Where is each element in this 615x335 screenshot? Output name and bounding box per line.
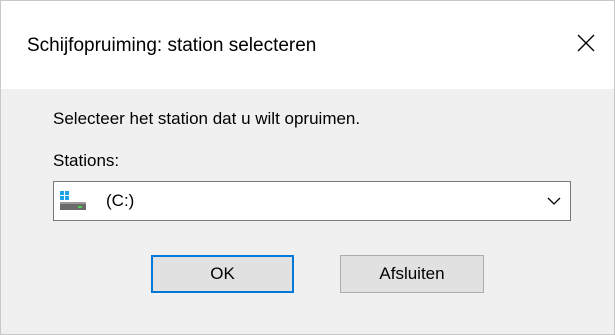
dialog-content: Selecteer het station dat u wilt opruime… — [1, 89, 614, 334]
drives-label: Stations: — [53, 151, 120, 170]
title-bar: Schijfopruiming: station selecteren — [1, 1, 614, 89]
exit-button[interactable]: Afsluiten — [340, 255, 484, 293]
drive-select[interactable]: (C:) — [53, 181, 571, 221]
close-icon — [577, 34, 595, 52]
ok-button[interactable]: OK — [151, 255, 294, 293]
selected-drive: (C:) — [106, 191, 135, 210]
drive-windows-icon — [60, 191, 86, 210]
instruction-text: Selecteer het station dat u wilt opruime… — [53, 109, 361, 128]
dialog-window: Schijfopruiming: station selecteren Sele… — [0, 0, 615, 335]
close-button[interactable] — [558, 15, 614, 71]
window-title: Schijfopruiming: station selecteren — [27, 35, 317, 56]
chevron-down-icon[interactable] — [546, 195, 562, 207]
